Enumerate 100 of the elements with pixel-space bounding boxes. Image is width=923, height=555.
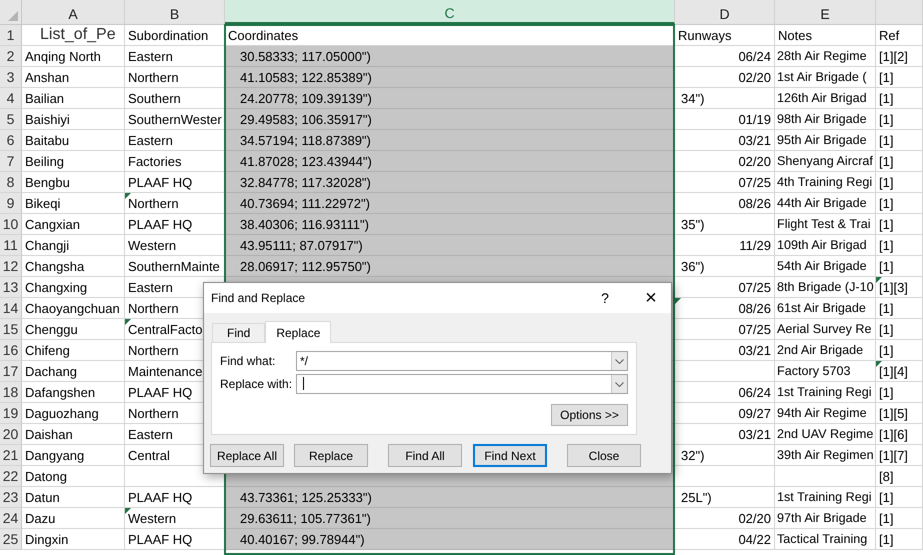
table-cell: Changji [22, 235, 125, 256]
row-number[interactable]: 14 [0, 298, 22, 319]
help-button[interactable]: ? [589, 284, 621, 312]
table-cell: 40.40167; 99.78944") [225, 529, 675, 550]
column-header[interactable]: E [775, 0, 876, 24]
row-number[interactable]: 13 [0, 277, 22, 298]
table-cell: 38.40306; 116.93111") [225, 214, 675, 235]
table-cell: [1] [876, 256, 923, 277]
row-number[interactable]: 7 [0, 151, 22, 172]
table-cell: 8th Brigade (J-10 [775, 277, 876, 298]
row-number[interactable]: 9 [0, 193, 22, 214]
table-cell: 07/25 [675, 319, 775, 340]
column-header[interactable]: C [225, 0, 675, 24]
close-button[interactable]: × [635, 284, 667, 312]
table-cell: Anqing North [22, 46, 125, 67]
table-cell: [1][2] [876, 46, 923, 67]
dialog-button[interactable]: Close [567, 444, 641, 467]
table-cell: [1] [876, 487, 923, 508]
tab[interactable]: Find [212, 323, 266, 342]
row-number[interactable]: 16 [0, 340, 22, 361]
table-cell: Notes [775, 25, 876, 46]
dialog-button[interactable]: Find Next [473, 444, 547, 467]
table-cell: 1st Training Regi [775, 382, 876, 403]
table-cell: [1][3] [876, 277, 923, 298]
table-cell: [1] [876, 235, 923, 256]
table-cell: 24.20778; 109.39139") [225, 88, 675, 109]
dropdown-button[interactable] [611, 352, 627, 370]
row-number[interactable]: 15 [0, 319, 22, 340]
table-cell: 43.73361; 125.25333") [225, 487, 675, 508]
row-number[interactable]: 1 [0, 25, 22, 46]
table-cell: Chifeng [22, 340, 125, 361]
table-cell: Western [125, 235, 225, 256]
options-button[interactable]: Options >> [551, 404, 628, 426]
table-cell: 39th Air Regimen [775, 445, 876, 466]
row-number[interactable]: 12 [0, 256, 22, 277]
table-cell: [1] [876, 109, 923, 130]
row-number[interactable]: 25 [0, 529, 22, 550]
table-cell: Cangxian [22, 214, 125, 235]
row-number[interactable]: 11 [0, 235, 22, 256]
table-cell: [1] [876, 151, 923, 172]
table-cell: [1][4] [876, 361, 923, 382]
table-cell: Subordination [125, 25, 225, 46]
combo-field[interactable]: */ [296, 351, 628, 371]
row-number[interactable]: 5 [0, 109, 22, 130]
table-cell: 07/25 [675, 172, 775, 193]
table-cell: 109th Air Brigad [775, 235, 876, 256]
row-number[interactable]: 10 [0, 214, 22, 235]
dialog-button[interactable]: Find All [388, 444, 462, 467]
row-number[interactable]: 19 [0, 403, 22, 424]
row-number[interactable]: 24 [0, 508, 22, 529]
dialog-button[interactable]: Replace All [210, 444, 284, 467]
table-cell: Eastern [125, 130, 225, 151]
table-cell: Dangyang [22, 445, 125, 466]
table-cell: Southern [125, 88, 225, 109]
table-cell: PLAAF HQ [125, 172, 225, 193]
column-header[interactable]: A [22, 0, 125, 24]
table-cell: PLAAF HQ [125, 529, 225, 550]
table-cell: 126th Air Brigad [775, 88, 876, 109]
table-cell: [1] [876, 67, 923, 88]
table-cell: 11/29 [675, 235, 775, 256]
table-cell: 1st Training Regi [775, 487, 876, 508]
row-number[interactable]: 17 [0, 361, 22, 382]
tab[interactable]: Replace [265, 321, 332, 343]
table-cell: 34.57194; 118.87389") [225, 130, 675, 151]
table-cell: 40.73694; 111.22972") [225, 193, 675, 214]
table-cell: 03/21 [675, 424, 775, 445]
row-number[interactable]: 23 [0, 487, 22, 508]
table-cell: 02/20 [675, 508, 775, 529]
table-cell: 08/26 [675, 193, 775, 214]
table-cell: Chenggu [22, 319, 125, 340]
dropdown-button[interactable] [611, 375, 627, 393]
row-number[interactable]: 21 [0, 445, 22, 466]
row-number[interactable]: 18 [0, 382, 22, 403]
dialog-button[interactable]: Replace [294, 444, 368, 467]
row-number[interactable]: 6 [0, 130, 22, 151]
table-cell: Dazu [22, 508, 125, 529]
table-cell: 32") [675, 445, 775, 466]
row-number[interactable]: 2 [0, 46, 22, 67]
table-cell: Northern [125, 67, 225, 88]
row-number[interactable]: 22 [0, 466, 22, 487]
column-header[interactable]: D [675, 0, 775, 24]
table-cell: 95th Air Brigade [775, 130, 876, 151]
row-number[interactable]: 4 [0, 88, 22, 109]
table-cell: 03/21 [675, 130, 775, 151]
table-cell: Beiling [22, 151, 125, 172]
table-cell: 44th Air Brigade [775, 193, 876, 214]
table-cell: [8] [876, 466, 923, 487]
table-cell: Daguozhang [22, 403, 125, 424]
table-cell: 41.10583; 122.85389") [225, 67, 675, 88]
table-cell: 07/25 [675, 277, 775, 298]
table-cell: [1] [876, 88, 923, 109]
row-number[interactable]: 3 [0, 67, 22, 88]
combo-field[interactable] [296, 374, 628, 394]
table-cell: [1] [876, 508, 923, 529]
row-number[interactable]: 8 [0, 172, 22, 193]
row-number[interactable]: 20 [0, 424, 22, 445]
table-cell: 36") [675, 256, 775, 277]
table-cell: 06/24 [675, 382, 775, 403]
table-cell: 25L") [675, 487, 775, 508]
text-cursor [303, 377, 304, 390]
